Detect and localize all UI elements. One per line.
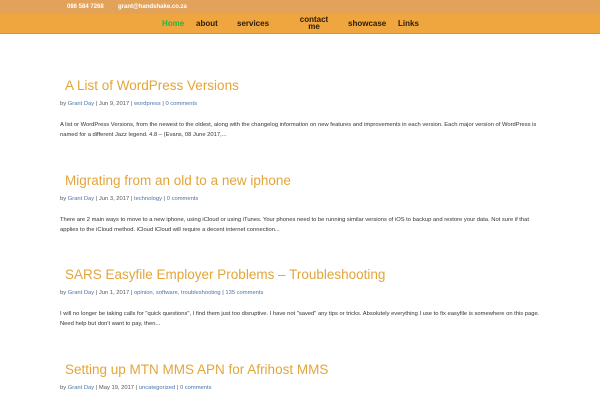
post-categories[interactable]: uncategorized xyxy=(139,385,175,391)
nav-services[interactable]: services xyxy=(237,19,269,29)
post-comments[interactable]: 0 comments xyxy=(180,385,212,391)
post-meta: by Grant Day | Jun 1, 2017 | opinion, so… xyxy=(60,290,264,296)
post-author[interactable]: Grant Day xyxy=(68,290,94,296)
post-date: May 19, 2017 xyxy=(98,385,135,391)
post-title[interactable]: A List of WordPress Versions xyxy=(65,78,239,94)
post-meta: by Grant Day | May 19, 2017 | uncategori… xyxy=(60,385,212,391)
nav-home[interactable]: Home xyxy=(162,19,184,29)
nav-about[interactable]: about xyxy=(196,19,218,29)
post-categories[interactable]: wordpress xyxy=(134,101,161,107)
post-author[interactable]: Grant Day xyxy=(68,196,94,202)
post-author[interactable]: Grant Day xyxy=(68,385,94,391)
post-comments[interactable]: 135 comments xyxy=(225,290,263,296)
post-title[interactable]: Migrating from an old to a new iphone xyxy=(65,173,291,189)
post-excerpt: A list or WordPress Versions, from the n… xyxy=(60,122,537,138)
top-info-bar: 086 584 7268 grant@handshake.co.za xyxy=(0,0,600,14)
post-meta: by Grant Day | Jun 3, 2017 | technology … xyxy=(60,196,199,202)
email-address[interactable]: grant@handshake.co.za xyxy=(118,3,187,11)
post-excerpt: There are 2 main ways to move to a new i… xyxy=(60,217,529,233)
nav-contact-me[interactable]: contact me xyxy=(294,16,334,31)
post-categories[interactable]: technology xyxy=(134,196,162,202)
phone-number[interactable]: 086 584 7268 xyxy=(67,3,104,11)
post-meta: by Grant Day | Jun 9, 2017 | wordpress |… xyxy=(60,101,198,107)
post-date: Jun 9, 2017 xyxy=(98,101,130,107)
by-label: by xyxy=(60,101,67,107)
post-categories[interactable]: opinion, software, troubleshooting xyxy=(134,290,221,296)
post-date: Jun 3, 2017 xyxy=(98,196,130,202)
by-label: by xyxy=(60,290,67,296)
post-date: Jun 1, 2017 xyxy=(98,290,130,296)
post-author[interactable]: Grant Day xyxy=(68,101,94,107)
by-label: by xyxy=(60,196,67,202)
post-comments[interactable]: 0 comments xyxy=(167,196,199,202)
post-excerpt: I will no longer be taking calls for "qu… xyxy=(60,311,540,327)
post-title[interactable]: SARS Easyfile Employer Problems – Troubl… xyxy=(65,267,385,283)
post-comments[interactable]: 0 comments xyxy=(165,101,197,107)
post-title[interactable]: Setting up MTN MMS APN for Afrihost MMS xyxy=(65,362,328,378)
by-label: by xyxy=(60,385,67,391)
main-navigation: Home about services contact me showcase … xyxy=(0,14,600,34)
nav-showcase[interactable]: showcase xyxy=(348,19,386,29)
nav-links[interactable]: Links xyxy=(398,19,419,29)
